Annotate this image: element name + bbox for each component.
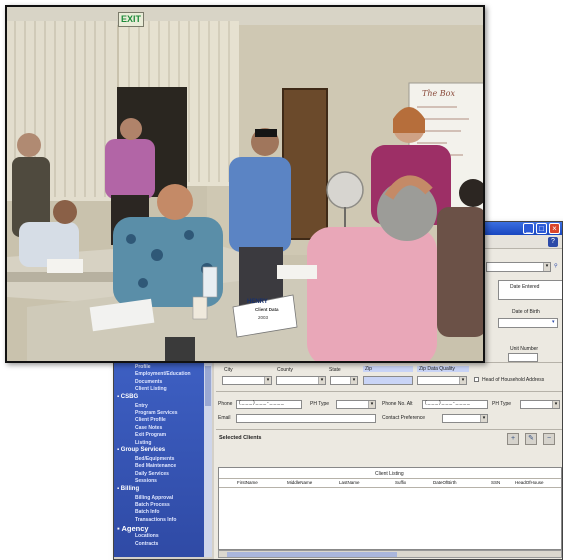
phone-type-alt-label: PH Type bbox=[492, 401, 512, 407]
phone-alt-mask: (___)___-____ bbox=[425, 400, 471, 406]
maximize-button[interactable]: □ bbox=[536, 223, 547, 234]
sidebar-item[interactable]: Profile bbox=[135, 364, 151, 370]
sidebar-item[interactable]: Locations bbox=[135, 533, 159, 539]
col-last-name[interactable]: LastName bbox=[339, 480, 360, 485]
sidebar-item[interactable]: Bed/Equipments bbox=[135, 456, 174, 462]
grid-column-line bbox=[219, 487, 561, 488]
phone-label: Phone bbox=[218, 401, 233, 407]
sidebar-item[interactable]: Employment/Education bbox=[135, 371, 191, 377]
divider bbox=[216, 391, 562, 392]
name-tent-year: 2003 bbox=[258, 315, 269, 320]
zip-data-quality-label: Zip Data Quality bbox=[417, 366, 469, 372]
city-dropdown[interactable]: ▾ bbox=[222, 376, 272, 385]
close-button[interactable]: × bbox=[549, 223, 560, 234]
divider bbox=[216, 429, 562, 430]
phone-type-label: PH Type bbox=[310, 401, 330, 407]
head-of-household-label: Head of Household Address bbox=[482, 377, 545, 383]
state-label: State bbox=[329, 367, 341, 373]
contact-preference-dropdown[interactable]: ▾ bbox=[442, 414, 488, 423]
selected-clients-title: Selected Clients bbox=[219, 435, 262, 441]
sidebar-item[interactable]: Client Profile bbox=[135, 417, 166, 423]
zip-input[interactable] bbox=[363, 376, 413, 385]
state-dropdown[interactable]: ▾ bbox=[330, 376, 358, 385]
phone-type-alt-dropdown[interactable]: ▾ bbox=[520, 400, 560, 409]
sidebar-item[interactable]: Sessions bbox=[135, 478, 157, 484]
classroom-photo: EXIT The Box HENRY Client Data 2003 bbox=[5, 5, 485, 363]
contact-preference-label: Contact Preference bbox=[382, 415, 426, 421]
col-middle-name[interactable]: MiddleName bbox=[287, 480, 312, 485]
sidebar-item[interactable]: Listing bbox=[135, 440, 151, 446]
sidebar-item[interactable]: Transactions Info bbox=[135, 517, 176, 523]
client-listing-grid[interactable]: Client Listing FirstName MiddleName Last… bbox=[218, 467, 562, 550]
search-dropdown[interactable]: ▾ bbox=[486, 262, 551, 272]
phone-alt-label: Phone No. Alt bbox=[382, 401, 413, 407]
city-label: City bbox=[224, 367, 233, 373]
remove-client-icon[interactable]: − bbox=[543, 433, 555, 445]
county-label: County bbox=[277, 367, 293, 373]
help-icon[interactable]: ? bbox=[548, 237, 558, 247]
sidebar-nav: Profile Employment/Education Documents Clie… bbox=[114, 362, 212, 557]
name-tent-subtitle: Client Data bbox=[255, 307, 279, 312]
sidebar-scrollbar[interactable] bbox=[204, 362, 212, 557]
sidebar-item[interactable]: Entry bbox=[135, 403, 148, 409]
phone-type-dropdown[interactable]: ▾ bbox=[336, 400, 376, 409]
sidebar-item[interactable]: Exit Program bbox=[135, 432, 166, 438]
sidebar-item[interactable]: ▪ CSBG bbox=[117, 394, 138, 400]
sidebar-item[interactable]: Contracts bbox=[135, 541, 158, 547]
date-entered-field[interactable] bbox=[498, 280, 562, 300]
add-client-icon[interactable]: + bbox=[507, 433, 519, 445]
sidebar-item[interactable]: Program Services bbox=[135, 410, 178, 416]
search-icon[interactable]: ⚲ bbox=[554, 263, 558, 269]
exit-sign: EXIT bbox=[118, 12, 144, 27]
calendar-dropdown-icon[interactable]: ▾ bbox=[552, 319, 555, 325]
sidebar-item[interactable]: Documents bbox=[135, 379, 162, 385]
minimize-button[interactable]: _ bbox=[523, 223, 534, 234]
col-suffix[interactable]: Suffix bbox=[395, 480, 406, 485]
scroll-thumb[interactable] bbox=[227, 552, 397, 557]
unit-number-input[interactable] bbox=[508, 353, 538, 362]
sidebar-item[interactable]: ▪ Group Services bbox=[117, 447, 165, 453]
whiteboard-heading: The Box bbox=[422, 89, 455, 98]
head-of-household-checkbox[interactable] bbox=[474, 377, 479, 382]
county-dropdown[interactable]: ▾ bbox=[276, 376, 326, 385]
horizontal-scrollbar[interactable] bbox=[218, 550, 562, 558]
name-tent-name: HENRY bbox=[247, 299, 268, 305]
email-input[interactable] bbox=[236, 414, 376, 423]
col-date-of-birth[interactable]: DateOfBirth bbox=[433, 480, 457, 485]
sidebar-item[interactable]: Billing Approval bbox=[135, 495, 173, 501]
date-of-birth-label: Date of Birth bbox=[512, 309, 540, 315]
zip-label: Zip bbox=[363, 366, 413, 372]
edit-client-icon[interactable]: ✎ bbox=[525, 433, 537, 445]
name-tent-card: HENRY Client Data 2003 bbox=[233, 293, 295, 328]
sidebar-item[interactable]: ▪ Agency bbox=[117, 524, 149, 533]
sidebar-item[interactable]: Case Notes bbox=[135, 425, 162, 431]
col-ssn[interactable]: SSN bbox=[491, 480, 500, 485]
sidebar-item[interactable]: Daily Services bbox=[135, 471, 169, 477]
grid-header-line bbox=[219, 478, 561, 479]
sidebar-scroll-thumb[interactable] bbox=[205, 366, 211, 406]
sidebar-item[interactable]: Bed Maintenance bbox=[135, 463, 176, 469]
phone-mask: (___)___-____ bbox=[239, 400, 285, 406]
sidebar-item[interactable]: Batch Process bbox=[135, 502, 170, 508]
date-of-birth-field[interactable] bbox=[498, 318, 558, 328]
email-label: Email bbox=[218, 415, 231, 421]
col-head-of-household[interactable]: HeadOfHouse bbox=[515, 480, 544, 485]
unit-number-label: Unit Number bbox=[510, 346, 539, 352]
sidebar-item[interactable]: ▪ Billing bbox=[117, 486, 139, 492]
sidebar-item[interactable]: Batch Info bbox=[135, 509, 159, 515]
date-entered-label: Date Entered bbox=[510, 284, 540, 290]
col-first-name[interactable]: FirstName bbox=[237, 480, 258, 485]
client-listing-title: Client Listing bbox=[375, 471, 404, 477]
zip-data-quality-dropdown[interactable]: ▾ bbox=[417, 376, 467, 385]
sidebar-item[interactable]: Client Listing bbox=[135, 386, 167, 392]
